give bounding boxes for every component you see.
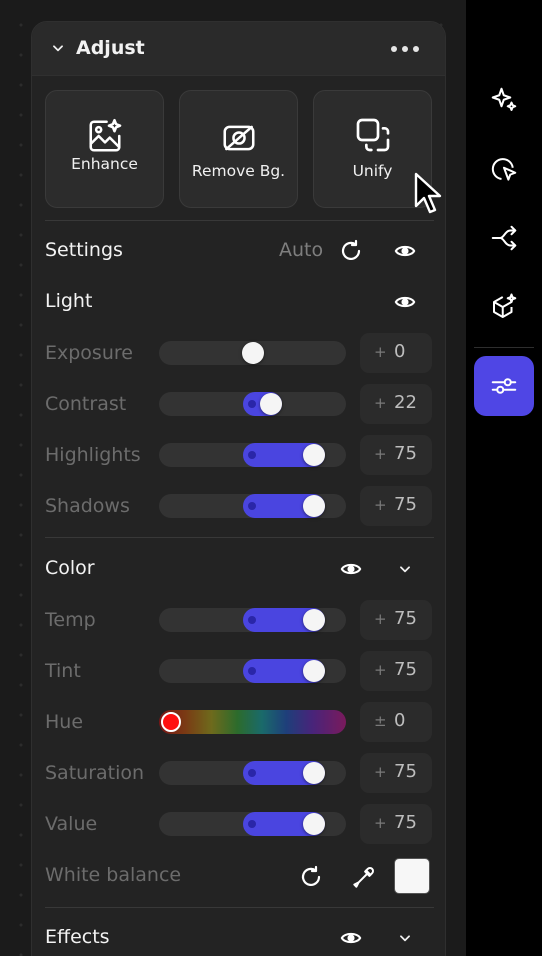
shadows-label: Shadows <box>45 495 130 517</box>
enhance-label: Enhance <box>71 155 138 173</box>
cube-sparkle-icon <box>493 293 517 318</box>
branch-button[interactable] <box>474 208 534 268</box>
chevron-down-icon[interactable] <box>398 931 412 945</box>
eye-icon[interactable] <box>393 240 417 262</box>
slider-knob[interactable] <box>259 393 282 415</box>
white-balance-swatch[interactable] <box>394 858 430 894</box>
contrast-value[interactable]: +22 <box>360 384 432 424</box>
sparkles-button[interactable] <box>474 70 534 130</box>
adjust-button[interactable] <box>474 356 534 416</box>
remove-background-icon <box>222 125 255 151</box>
effects-title: Effects <box>45 926 110 948</box>
hue-label: Hue <box>45 711 84 733</box>
panel-title: Adjust <box>76 37 145 59</box>
unify-icon <box>356 118 389 152</box>
contrast-label: Contrast <box>45 393 127 415</box>
temp-slider[interactable] <box>159 608 346 632</box>
divider <box>45 537 434 538</box>
slider-fill-dot <box>247 451 256 459</box>
tool-rail <box>466 0 542 956</box>
panel-header: Adjust <box>32 22 445 76</box>
slider-knob[interactable] <box>241 342 264 364</box>
slider-fill-dot <box>247 820 256 828</box>
rail-divider <box>474 347 534 348</box>
color-title: Color <box>45 557 95 579</box>
sliders-icon <box>491 378 517 394</box>
light-title: Light <box>45 290 93 312</box>
magic-select-button[interactable] <box>474 139 534 199</box>
slider-fill-dot <box>247 667 256 675</box>
chevron-down-icon[interactable] <box>398 562 412 576</box>
tint-label: Tint <box>45 660 81 682</box>
eye-icon[interactable] <box>339 558 363 580</box>
remove-bg-label: Remove Bg. <box>191 162 286 180</box>
slider-fill-dot <box>247 616 256 624</box>
temp-value[interactable]: +75 <box>360 600 432 640</box>
saturation-slider[interactable] <box>159 761 346 785</box>
reset-icon[interactable] <box>339 239 363 263</box>
image-sparkle-icon <box>88 118 121 152</box>
saturation-value[interactable]: +75 <box>360 753 432 793</box>
remove-bg-button[interactable]: Remove Bg. <box>179 90 298 208</box>
enhance-button[interactable]: Enhance <box>45 90 164 208</box>
highlights-label: Highlights <box>45 444 141 466</box>
slider-fill-dot <box>247 769 256 777</box>
more-dots-icon[interactable] <box>391 46 419 52</box>
divider <box>45 907 434 908</box>
hue-slider[interactable] <box>159 710 346 734</box>
auto-label[interactable]: Auto <box>279 239 323 261</box>
tint-slider[interactable] <box>159 659 346 683</box>
hue-knob[interactable] <box>161 712 181 732</box>
tint-value[interactable]: +75 <box>360 651 432 691</box>
settings-title: Settings <box>45 239 123 261</box>
value-value[interactable]: +75 <box>360 804 432 844</box>
eyedropper-icon[interactable] <box>351 864 377 890</box>
exposure-label: Exposure <box>45 342 133 364</box>
exposure-slider[interactable] <box>159 341 346 365</box>
value-slider[interactable] <box>159 812 346 836</box>
shadows-slider[interactable] <box>159 494 346 518</box>
slider-fill-dot <box>247 502 256 510</box>
cube-button[interactable] <box>474 277 534 337</box>
adjust-panel: Adjust Enhance Remove Bg. Unify Settings <box>31 21 446 956</box>
branch-arrows-icon <box>491 225 517 251</box>
chevron-down-icon[interactable] <box>51 41 65 55</box>
highlights-value[interactable]: +75 <box>360 435 432 475</box>
hue-value[interactable]: ±0 <box>360 702 432 742</box>
divider <box>45 220 434 221</box>
eye-icon[interactable] <box>393 291 417 313</box>
highlights-slider[interactable] <box>159 443 346 467</box>
contrast-slider[interactable] <box>159 392 346 416</box>
eye-icon[interactable] <box>339 927 363 949</box>
value-label: Value <box>45 813 98 835</box>
magic-select-icon <box>491 158 517 181</box>
sparkles-icon <box>491 87 517 111</box>
white-balance-label: White balance <box>45 864 182 886</box>
slider-fill-dot <box>247 400 256 408</box>
exposure-value[interactable]: +0 <box>360 333 432 373</box>
saturation-label: Saturation <box>45 762 145 784</box>
reset-icon[interactable] <box>299 865 323 889</box>
temp-label: Temp <box>45 609 96 631</box>
shadows-value[interactable]: +75 <box>360 486 432 526</box>
mouse-cursor-icon <box>414 172 442 214</box>
